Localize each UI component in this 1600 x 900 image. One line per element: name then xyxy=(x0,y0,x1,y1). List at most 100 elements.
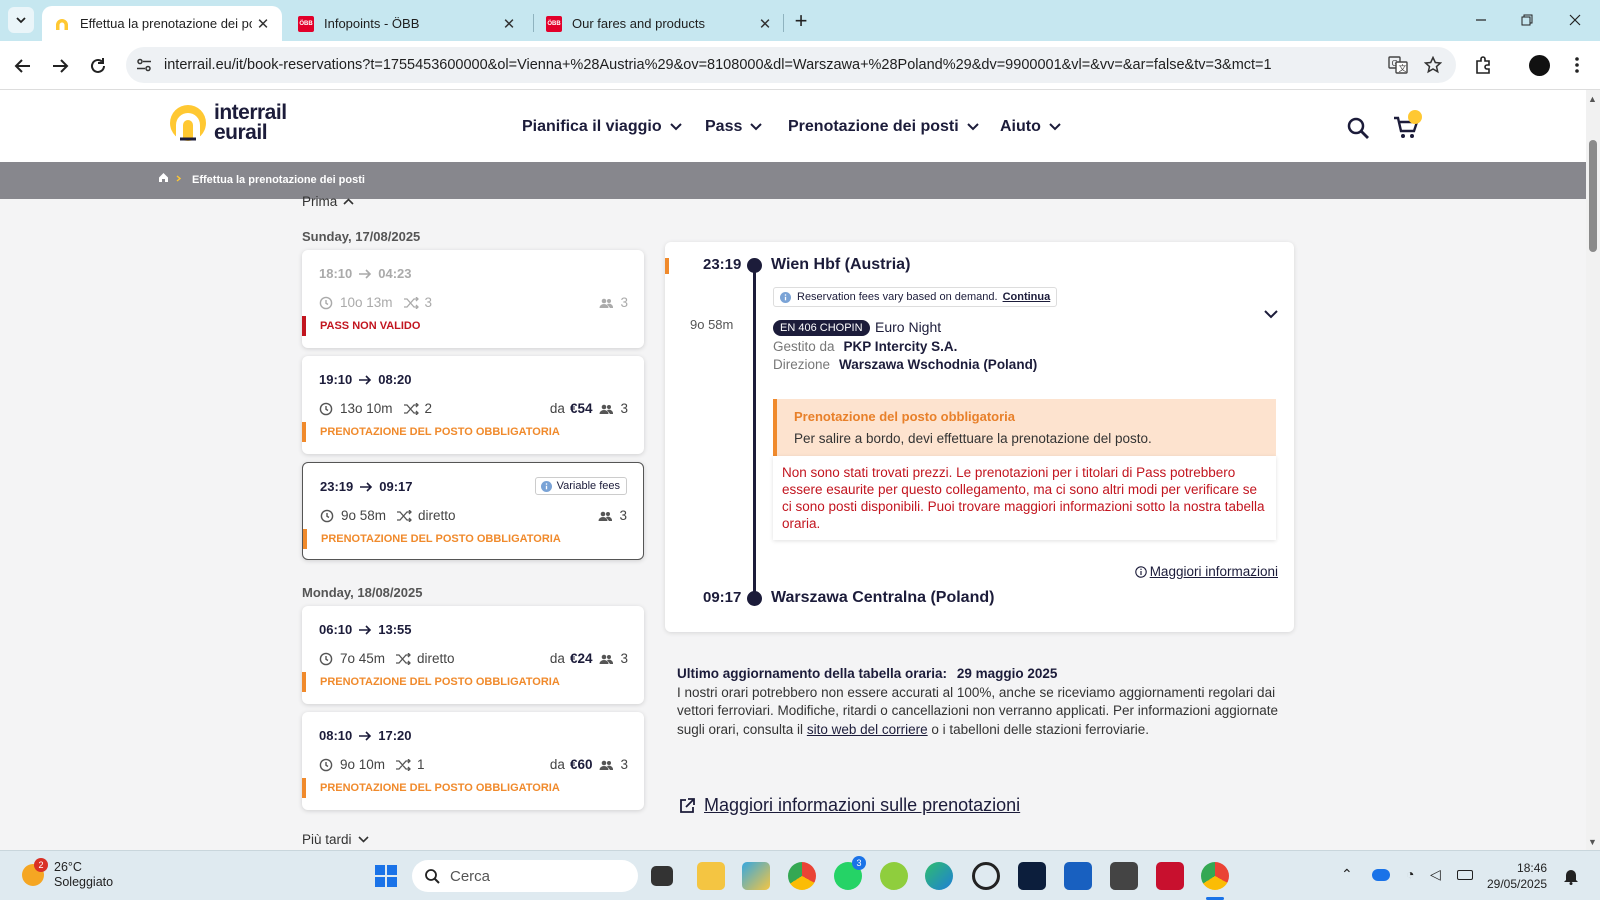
notification-bell-icon[interactable] xyxy=(1563,867,1579,885)
shuffle-icon xyxy=(403,296,419,309)
browser-tab-active[interactable]: Effettua la prenotazione dei pos ✕ xyxy=(42,6,282,41)
address-bar[interactable]: interrail.eu/it/book-reservations?t=1755… xyxy=(126,47,1456,83)
bookmark-star-icon[interactable] xyxy=(1424,56,1442,74)
qgis-icon[interactable] xyxy=(880,862,908,890)
site-settings-icon[interactable] xyxy=(136,57,152,73)
connection-card[interactable]: 19:10 08:20 13o 10m 2 da €54 3 PRENOTAZIONE… xyxy=(302,356,644,454)
autocad-icon[interactable] xyxy=(1156,862,1184,890)
departure-time: 19:10 xyxy=(319,372,353,387)
passengers-icon xyxy=(599,654,614,664)
breadcrumb: Effettua la prenotazione dei posti xyxy=(0,162,1586,199)
restore-icon xyxy=(1521,14,1533,26)
logo-text-interrail: interrail xyxy=(214,101,287,124)
connection-card-selected[interactable]: 23:19 09:17 Variable fees 9o 58m diretto … xyxy=(302,462,644,560)
translate-icon[interactable]: G文 xyxy=(1388,56,1408,74)
later-button[interactable]: Più tardi xyxy=(302,832,369,847)
chrome-icon[interactable] xyxy=(788,862,816,890)
chrome-active-icon[interactable] xyxy=(1201,862,1229,890)
carrier-website-link[interactable]: sito web del corriere xyxy=(807,722,928,737)
error-text: Non sono stati trovati prezzi. Le prenot… xyxy=(782,465,1265,531)
minimize-button[interactable] xyxy=(1466,8,1496,32)
edge-icon[interactable] xyxy=(925,862,953,890)
departure-time: 23:19 xyxy=(320,479,354,494)
battery-icon[interactable] xyxy=(1457,870,1473,880)
connection-card[interactable]: 06:10 13:55 7o 45m diretto da €24 3 PRENOTA… xyxy=(302,606,644,704)
chevron-down-icon xyxy=(966,123,979,131)
booking-info-text: Maggiori informazioni sulle prenotazioni xyxy=(704,795,1021,815)
revit-icon[interactable] xyxy=(1064,862,1092,890)
restore-button[interactable] xyxy=(1512,8,1542,32)
close-tab-icon[interactable]: ✕ xyxy=(252,15,274,33)
system-clock[interactable]: 18:46 29/05/2025 xyxy=(1487,860,1547,892)
photoshop-icon[interactable] xyxy=(1018,862,1046,890)
more-info-link[interactable]: Maggiori informazioni xyxy=(1134,564,1278,579)
booking-info-link[interactable]: Maggiori informazioni sulle prenotazioni xyxy=(678,795,1020,816)
task-view-icon[interactable] xyxy=(651,866,673,886)
passenger-count: 3 xyxy=(620,651,628,666)
close-window-button[interactable] xyxy=(1560,8,1590,32)
volume-icon[interactable]: ◁ xyxy=(1430,866,1441,883)
more-info-text: Maggiori informazioni xyxy=(1149,564,1278,579)
obb-icon: ÖBB xyxy=(546,15,562,32)
info-icon xyxy=(780,291,791,303)
browser-tab[interactable]: ÖBB Our fares and products ✕ xyxy=(534,6,784,41)
reload-icon xyxy=(91,58,105,73)
new-tab-button[interactable]: + xyxy=(789,8,813,34)
search-icon[interactable] xyxy=(1344,114,1372,142)
close-tab-icon[interactable]: ✕ xyxy=(754,15,776,33)
extensions-icon[interactable] xyxy=(1474,55,1494,75)
onedrive-icon[interactable] xyxy=(1372,869,1390,881)
nav-aiuto[interactable]: Aiuto xyxy=(1000,118,1061,136)
scroll-down-arrow[interactable]: ▼ xyxy=(1588,837,1597,847)
price: €60 xyxy=(569,757,593,772)
connection-card[interactable]: 18:10 04:23 10o 13m 3 3 PASS NON VALIDO xyxy=(302,250,644,348)
page-scrollbar[interactable]: ▲ ▼ xyxy=(1586,90,1600,850)
info-outline-icon xyxy=(1134,565,1147,578)
connection-card[interactable]: 08:10 17:20 9o 10m 1 da €60 3 PRENOTAZIONE … xyxy=(302,712,644,810)
home-icon[interactable] xyxy=(158,172,169,183)
nav-prenotazione[interactable]: Prenotazione dei posti xyxy=(788,118,979,136)
chevron-up-icon[interactable]: ⌃ xyxy=(1341,866,1353,883)
chevron-down-icon xyxy=(750,123,763,131)
nav-pass[interactable]: Pass xyxy=(705,118,763,136)
rhino-icon[interactable] xyxy=(1110,862,1138,890)
windows-start-icon[interactable] xyxy=(372,862,400,890)
chatgpt-icon[interactable] xyxy=(972,862,1000,890)
whatsapp-icon[interactable]: 3 xyxy=(834,856,866,890)
scroll-up-arrow[interactable]: ▲ xyxy=(1588,94,1597,104)
site-header: interrail eurail Pianifica il viaggio Pa… xyxy=(0,90,1586,162)
day-label: Sunday, 17/08/2025 xyxy=(302,229,421,244)
tab-search-button[interactable] xyxy=(8,7,34,33)
profile-avatar[interactable] xyxy=(1529,55,1550,76)
passengers-icon xyxy=(598,511,613,521)
taskbar-search[interactable]: Cerca xyxy=(412,860,638,892)
arrival-time: 04:23 xyxy=(378,266,412,281)
folder-app-icon[interactable] xyxy=(742,862,770,890)
weather-widget[interactable]: 2 26°C Soleggiato xyxy=(22,858,113,890)
clock-icon xyxy=(319,652,333,665)
chevron-down-icon[interactable] xyxy=(1264,310,1278,319)
scrollbar-thumb[interactable] xyxy=(1589,140,1597,252)
reload-button[interactable] xyxy=(86,54,110,78)
nav-pianifica[interactable]: Pianifica il viaggio xyxy=(522,118,682,136)
interrail-logo[interactable]: interrail eurail xyxy=(168,101,287,143)
fee-note-text: Reservation fees vary based on demand. xyxy=(797,291,998,303)
menu-kebab-icon[interactable] xyxy=(1574,56,1580,74)
arrow-right-icon xyxy=(359,730,372,741)
status-label: PRENOTAZIONE DEL POSTO OBBLIGATORIA xyxy=(302,778,560,798)
status-label: PASS NON VALIDO xyxy=(302,316,420,336)
file-explorer-icon[interactable] xyxy=(697,862,725,890)
wifi-icon[interactable]: ◔ xyxy=(1406,866,1414,882)
continue-link[interactable]: Continua xyxy=(1003,291,1051,303)
variable-fees-badge: Variable fees xyxy=(534,477,627,495)
close-tab-icon[interactable]: ✕ xyxy=(498,15,520,33)
back-button[interactable] xyxy=(11,54,35,78)
tab-title: Our fares and products xyxy=(572,16,705,31)
departure-dot xyxy=(747,258,762,273)
forward-button[interactable] xyxy=(48,54,72,78)
minimize-icon xyxy=(1476,19,1486,21)
price: €24 xyxy=(569,651,593,666)
browser-tab[interactable]: ÖBB Infopoints - ÖBB ✕ xyxy=(286,6,528,41)
arrow-right-icon xyxy=(360,481,373,492)
earlier-button[interactable]: Prima xyxy=(302,194,354,209)
